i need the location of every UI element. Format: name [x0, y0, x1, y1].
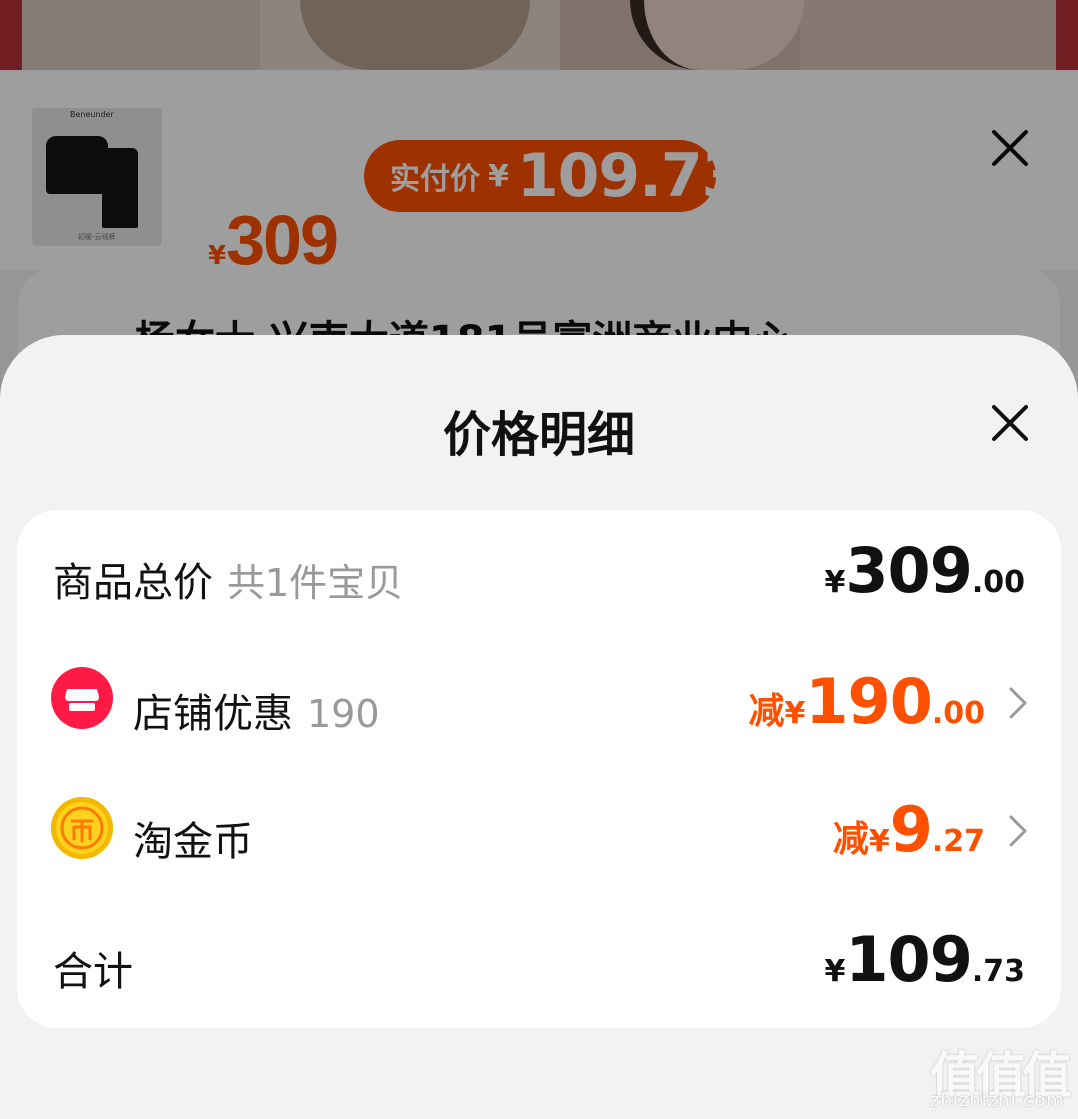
item-count: 共1件宝贝	[227, 561, 404, 605]
chevron-right-icon[interactable]	[1007, 813, 1029, 849]
total-price-title: 商品总价	[53, 560, 213, 606]
row-shop-discount[interactable]: 店铺优惠 190 减¥190.00	[17, 655, 1061, 755]
sum-int: 109	[845, 923, 972, 996]
shop-discount-dec: .00	[931, 696, 985, 731]
taojinbi-prefix: 减	[832, 819, 869, 860]
chevron-right-icon[interactable]	[1007, 685, 1029, 721]
shop-discount-title: 店铺优惠	[133, 691, 293, 737]
price-detail-sheet: 价格明细 商品总价 共1件宝贝 ¥309.00 店铺优惠 190 减¥190.0…	[0, 335, 1078, 1119]
watermark-url: zhizhizhi.com	[930, 1090, 1065, 1111]
shop-icon	[51, 667, 113, 729]
taojinbi-amount: 减¥9.27	[833, 793, 985, 866]
total-price-currency: ¥	[824, 565, 846, 600]
taojinbi-int: 9	[889, 793, 933, 866]
row-taojinbi[interactable]: 淘金币 减¥9.27	[17, 783, 1061, 883]
total-price-amount: ¥309.00	[825, 534, 1025, 607]
total-price-dec: .00	[971, 565, 1025, 600]
price-detail-card: 商品总价 共1件宝贝 ¥309.00 店铺优惠 190 减¥190.00 淘金币…	[17, 510, 1061, 1028]
shop-discount-sub: 190	[307, 692, 380, 736]
total-price-int: 309	[845, 534, 972, 607]
shop-discount-label: 店铺优惠 190	[133, 681, 380, 739]
row-sum: 合计 ¥109.73	[17, 913, 1061, 1013]
taojinbi-currency: ¥	[868, 824, 890, 859]
shop-discount-currency: ¥	[784, 696, 806, 731]
taojinbi-dec: .27	[931, 824, 985, 859]
close-icon[interactable]	[988, 401, 1032, 445]
sheet-title: 价格明细	[442, 407, 635, 463]
taojinbi-coin-icon	[51, 797, 113, 859]
shop-discount-amount: 减¥190.00	[749, 665, 985, 738]
shop-discount-int: 190	[805, 665, 932, 738]
taojinbi-label: 淘金币	[133, 819, 253, 865]
sum-currency: ¥	[824, 954, 846, 989]
row-total-price: 商品总价 共1件宝贝 ¥309.00	[17, 524, 1061, 624]
shop-discount-prefix: 减	[748, 691, 785, 732]
sum-label: 合计	[53, 949, 133, 995]
sum-amount: ¥109.73	[825, 923, 1025, 996]
sum-dec: .73	[971, 954, 1025, 989]
total-price-label: 商品总价 共1件宝贝	[53, 550, 403, 608]
